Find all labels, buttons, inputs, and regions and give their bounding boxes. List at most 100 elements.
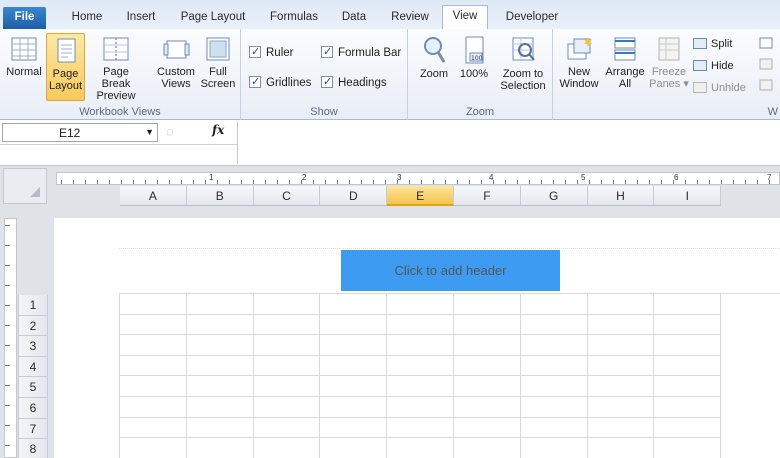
column-header-d[interactable]: D (320, 186, 388, 206)
tab-formulas[interactable]: Formulas (262, 7, 326, 30)
arrange-all-label-2: All (618, 78, 632, 90)
ruler-tick (517, 180, 518, 184)
ruler-tick (73, 180, 74, 184)
normal-view-button[interactable]: Normal (4, 35, 44, 99)
ruler-number: 7 (767, 173, 772, 182)
full-screen-button[interactable]: Full Screen (199, 35, 237, 99)
split-button[interactable]: Split (693, 36, 732, 52)
group-workbook-views: Normal Page Layout Page Break Preview Cu… (0, 29, 241, 120)
unhide-icon (693, 82, 707, 93)
ruler-tick (649, 180, 650, 184)
svg-text:100: 100 (471, 55, 483, 62)
ruler-tick (169, 180, 170, 184)
tab-data[interactable]: Data (334, 7, 374, 30)
column-header-h[interactable]: H (587, 186, 655, 206)
tab-view[interactable]: View (442, 5, 488, 30)
page-layout-page: Click to add header (54, 218, 780, 458)
custom-views-label-1: Custom (157, 66, 195, 78)
tab-developer[interactable]: Developer (499, 7, 565, 30)
insert-function-icon[interactable]: fx (212, 123, 224, 137)
hide-label: Hide (711, 60, 734, 72)
page-break-icon (103, 37, 129, 61)
ruler-tick (157, 180, 158, 184)
ruler-tick (5, 265, 10, 266)
window-extra-buttons[interactable] (756, 35, 780, 99)
ruler-tick (265, 180, 266, 184)
tab-review[interactable]: Review (385, 7, 435, 30)
column-header-b[interactable]: B (186, 186, 254, 206)
select-all-corner[interactable] (3, 168, 47, 204)
ruler-tick (121, 180, 122, 184)
row-header-8[interactable]: 8 (18, 439, 48, 458)
new-window-label-1: New (567, 66, 590, 78)
page-break-preview-button[interactable]: Page Break Preview (88, 35, 144, 102)
ruler-checkbox[interactable]: Ruler (249, 44, 293, 61)
column-header-e[interactable]: E (387, 186, 454, 206)
ruler-tick (613, 180, 614, 184)
ruler-tick (505, 180, 506, 184)
zoom-to-selection-button[interactable]: Zoom to Selection (496, 35, 550, 99)
row-header-2[interactable]: 2 (18, 315, 48, 337)
column-header-a[interactable]: A (120, 186, 187, 206)
column-header-f[interactable]: F (454, 186, 521, 206)
formula-bar-checkbox[interactable]: Formula Bar (321, 44, 401, 61)
tab-insert[interactable]: Insert (119, 7, 163, 30)
hide-button[interactable]: Hide (693, 58, 734, 74)
freeze-panes-label-2: Panes ▾ (649, 78, 689, 90)
ruler-tick (721, 180, 722, 184)
ruler-tick (61, 180, 62, 184)
gridline-horizontal (119, 313, 720, 315)
column-header-g[interactable]: G (520, 186, 588, 206)
freeze-panes-icon (658, 37, 680, 61)
group-label-zoom: Zoom (465, 106, 495, 118)
ruler-tick (181, 180, 182, 184)
tab-page-layout[interactable]: Page Layout (175, 7, 251, 30)
ribbon-tab-bar: File Home Insert Page Layout Formulas Da… (0, 0, 780, 30)
headings-checkbox[interactable]: Headings (321, 74, 387, 91)
gridline-vertical (653, 293, 655, 458)
ruler-tick (409, 180, 410, 184)
zoom-button[interactable]: Zoom (414, 35, 454, 99)
arrange-all-button[interactable]: Arrange All (602, 35, 648, 99)
full-screen-icon (206, 37, 230, 61)
row-header-5[interactable]: 5 (18, 377, 48, 398)
hide-icon (693, 60, 707, 71)
ruler-tick (433, 180, 434, 184)
ruler-tick (481, 180, 482, 184)
ruler-tick (541, 180, 542, 184)
gridlines-label: Gridlines (266, 77, 312, 89)
ruler-tick (457, 180, 458, 184)
row-header-7[interactable]: 7 (18, 418, 48, 440)
cell-grid[interactable] (119, 293, 722, 458)
formula-input[interactable] (237, 122, 780, 164)
column-header-c[interactable]: C (253, 186, 321, 206)
zoom-100-button[interactable]: 100 100% (456, 35, 492, 99)
row-header-6[interactable]: 6 (18, 398, 48, 419)
column-header-i[interactable]: I (654, 186, 722, 206)
gridlines-checkbox[interactable]: Gridlines (249, 74, 312, 91)
ruler-tick (553, 180, 554, 184)
ruler-tick (5, 225, 10, 226)
custom-views-button[interactable]: Custom Views (155, 35, 197, 99)
row-header-3[interactable]: 3 (18, 336, 48, 357)
custom-views-icon (163, 40, 190, 59)
unhide-button[interactable]: Unhide (693, 80, 746, 96)
gridline-horizontal (119, 334, 720, 336)
ruler-tick (241, 180, 242, 184)
tab-file[interactable]: File (3, 7, 46, 29)
gridline-vertical (453, 293, 454, 458)
ruler-tick (757, 180, 758, 184)
page-layout-view-button[interactable]: Page Layout (46, 33, 85, 101)
row-header-4[interactable]: 4 (18, 356, 48, 378)
add-header-button[interactable]: Click to add header (341, 250, 560, 291)
chevron-down-icon[interactable]: ▼ (145, 127, 154, 137)
ruler-tick (625, 180, 626, 184)
tab-home[interactable]: Home (65, 7, 109, 30)
checkbox-checked-icon (249, 44, 261, 60)
ruler-tick (5, 305, 10, 306)
new-window-button[interactable]: New Window (557, 35, 601, 99)
row-header-1[interactable]: 1 (18, 295, 48, 316)
unhide-label: Unhide (711, 82, 746, 94)
name-box[interactable]: E12 ▼ (2, 123, 158, 142)
freeze-panes-button[interactable]: Freeze Panes ▾ (648, 35, 690, 99)
